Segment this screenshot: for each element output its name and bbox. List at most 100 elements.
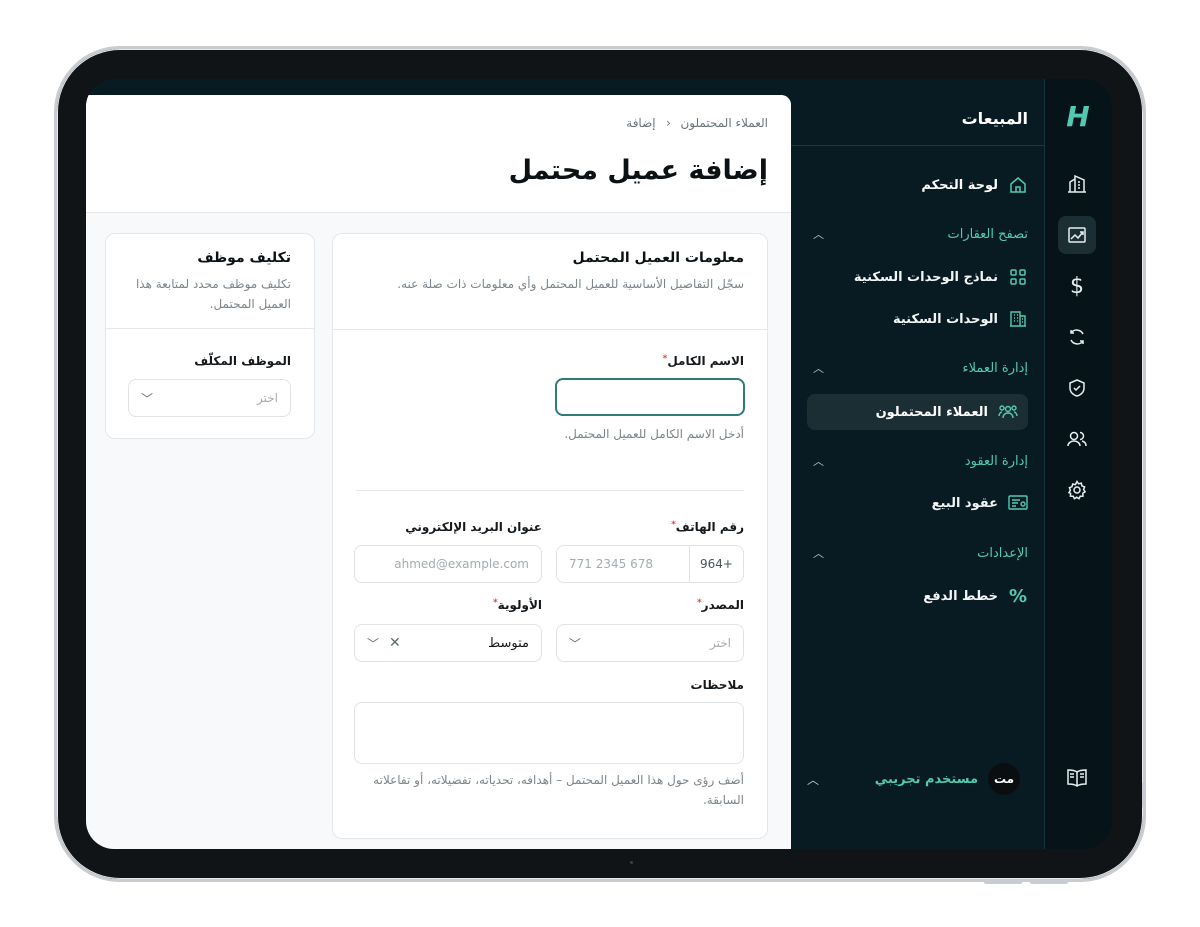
- phone-country-code[interactable]: +964: [689, 546, 743, 582]
- users-icon: [1067, 431, 1087, 447]
- buildings-icon: [1068, 174, 1086, 193]
- sidebar-section-settings[interactable]: الإعدادات ︿: [807, 537, 1028, 569]
- rail-security[interactable]: [1058, 369, 1096, 407]
- priority-select[interactable]: متوسط ✕ ﹀: [354, 624, 542, 662]
- sidebar: المبيعات لوحة التحكم تصفح العقارات ︿ نما…: [791, 79, 1044, 849]
- book-open-icon: [1067, 769, 1087, 787]
- tablet-top-button-2: [1030, 880, 1068, 884]
- sidebar-item-label: الوحدات السكنية: [892, 311, 998, 327]
- sidebar-section-browse[interactable]: تصفح العقارات ︿: [807, 218, 1028, 250]
- breadcrumb-separator-icon: ›: [665, 116, 671, 130]
- rail-settings[interactable]: [1058, 471, 1096, 509]
- sidebar-item-label: لوحة التحكم: [921, 177, 998, 193]
- grid-icon: [1010, 269, 1026, 285]
- priority-label-text: الأولوية: [497, 598, 542, 612]
- sidebar-section-clients[interactable]: إدارة العملاء ︿: [807, 352, 1028, 384]
- assign-header: تكليف موظف تكليف موظف محدد لمتابعة هذا ا…: [106, 234, 314, 314]
- tablet-camera: [630, 861, 633, 864]
- source-label: المصدر*: [697, 598, 744, 612]
- full-name-help: أدخل الاسم الكامل للعميل المحتمل.: [564, 427, 744, 441]
- source-select[interactable]: اختر ﹀: [556, 624, 744, 662]
- sidebar-section-label: إدارة العملاء: [962, 360, 1028, 376]
- rail-users[interactable]: [1058, 420, 1096, 458]
- rail-buildings[interactable]: [1058, 165, 1096, 203]
- gear-icon: [1067, 480, 1087, 500]
- building-icon: [1010, 311, 1026, 327]
- chevron-up-icon: ︿: [813, 455, 824, 468]
- rail-finance[interactable]: $: [1058, 267, 1096, 305]
- chart-trend-icon: [1068, 227, 1086, 243]
- user-menu[interactable]: مت مستخدم تجريبي ︿: [807, 763, 1020, 795]
- sidebar-item-units[interactable]: الوحدات السكنية: [807, 303, 1028, 335]
- tablet-side-button: [1142, 782, 1146, 808]
- source-select-value: اختر: [710, 636, 731, 650]
- sidebar-divider: [791, 145, 1044, 146]
- section-divider: [356, 490, 744, 491]
- notes-label: ملاحظات: [690, 678, 744, 692]
- avatar: مت: [988, 763, 1020, 795]
- chevron-up-icon: ︿: [813, 228, 824, 241]
- notes-textarea[interactable]: [354, 702, 744, 764]
- priority-label: الأولوية*: [493, 598, 542, 612]
- email-input[interactable]: ahmed@example.com: [354, 545, 542, 583]
- full-name-input[interactable]: [555, 378, 745, 416]
- chevron-down-icon: ﹀: [141, 391, 154, 406]
- sidebar-title: المبيعات: [961, 109, 1028, 128]
- page-header: العملاء المحتملون › إضافة إضافة عميل محت…: [86, 95, 791, 213]
- phone-label-text: رقم الهاتف: [675, 520, 744, 534]
- sidebar-section-label: تصفح العقارات: [947, 226, 1028, 242]
- clear-icon[interactable]: ✕: [389, 635, 401, 651]
- users-group-icon: [998, 405, 1018, 419]
- sidebar-section-contracts[interactable]: إدارة العقود ︿: [807, 445, 1028, 477]
- sidebar-section-label: إدارة العقود: [964, 453, 1028, 469]
- user-name: مستخدم تجريبي: [874, 771, 978, 787]
- rail-sales[interactable]: [1058, 216, 1096, 254]
- rail-docs[interactable]: [1058, 759, 1096, 797]
- assign-description: تكليف موظف محدد لمتابعة هذا العميل المحت…: [135, 277, 291, 311]
- phone-label: رقم الهاتف*: [671, 520, 744, 534]
- chevron-down-icon: ﹀: [367, 636, 380, 651]
- phone-number-input[interactable]: 771 2345 678: [557, 557, 689, 571]
- app-screen: H $ المبيعات لوحة التحكم تصفح العقارات ︿…: [86, 79, 1112, 849]
- rail-sync[interactable]: [1058, 318, 1096, 356]
- shield-check-icon: [1069, 379, 1085, 397]
- sidebar-item-label: العملاء المحتملون: [875, 404, 988, 420]
- breadcrumb-current: إضافة: [626, 116, 656, 130]
- sidebar-item-unit-models[interactable]: نماذج الوحدات السكنية: [807, 261, 1028, 293]
- sidebar-item-label: خطط الدفع: [923, 588, 998, 604]
- assign-card: تكليف موظف تكليف موظف محدد لمتابعة هذا ا…: [105, 233, 315, 439]
- chevron-up-icon: ︿: [813, 547, 824, 560]
- main-content: العملاء المحتملون › إضافة إضافة عميل محت…: [86, 95, 791, 849]
- lead-info-card: معلومات العميل المحتمل سجّل التفاصيل الأ…: [332, 233, 768, 839]
- page-title: إضافة عميل محتمل: [508, 155, 768, 186]
- email-label: عنوان البريد الإلكتروني: [405, 520, 542, 534]
- notes-help: أضف رؤى حول هذا العميل المحتمل – أهدافه،…: [373, 773, 744, 807]
- chevron-down-icon: ﹀: [569, 636, 582, 651]
- sidebar-item-label: عقود البيع: [931, 495, 998, 511]
- sidebar-item-label: نماذج الوحدات السكنية: [853, 269, 998, 285]
- breadcrumb-parent[interactable]: العملاء المحتملون: [680, 116, 768, 130]
- breadcrumb: العملاء المحتملون › إضافة: [626, 116, 768, 130]
- lead-info-title: معلومات العميل المحتمل: [572, 250, 745, 266]
- sidebar-item-sale-contracts[interactable]: عقود البيع: [807, 487, 1028, 519]
- assigned-employee-select[interactable]: اختر ﹀: [128, 379, 291, 417]
- dollar-icon: $: [1070, 273, 1084, 299]
- lead-info-header: معلومات العميل المحتمل سجّل التفاصيل الأ…: [333, 234, 767, 294]
- full-name-label: الاسم الكامل*: [663, 354, 744, 368]
- logo[interactable]: H: [1058, 97, 1096, 135]
- sidebar-item-leads[interactable]: العملاء المحتملون: [807, 394, 1028, 430]
- tablet-top-button: [984, 880, 1022, 884]
- sidebar-section-label: الإعدادات: [977, 545, 1028, 561]
- percent-icon: %: [1008, 585, 1028, 607]
- assigned-employee-value: اختر: [257, 391, 278, 405]
- priority-select-value: متوسط: [488, 635, 529, 651]
- sidebar-item-dashboard[interactable]: لوحة التحكم: [807, 169, 1028, 201]
- icon-rail: H $: [1044, 79, 1112, 849]
- contract-icon: [1008, 495, 1028, 510]
- assigned-employee-label: الموظف المكلّف: [194, 354, 291, 368]
- phone-field[interactable]: 771 2345 678 +964: [556, 545, 744, 583]
- home-icon: [1010, 177, 1026, 193]
- sidebar-item-payment-plans[interactable]: % خطط الدفع: [807, 580, 1028, 612]
- lead-info-description: سجّل التفاصيل الأساسية للعميل المحتمل وأ…: [397, 277, 744, 291]
- refresh-icon: [1070, 329, 1084, 345]
